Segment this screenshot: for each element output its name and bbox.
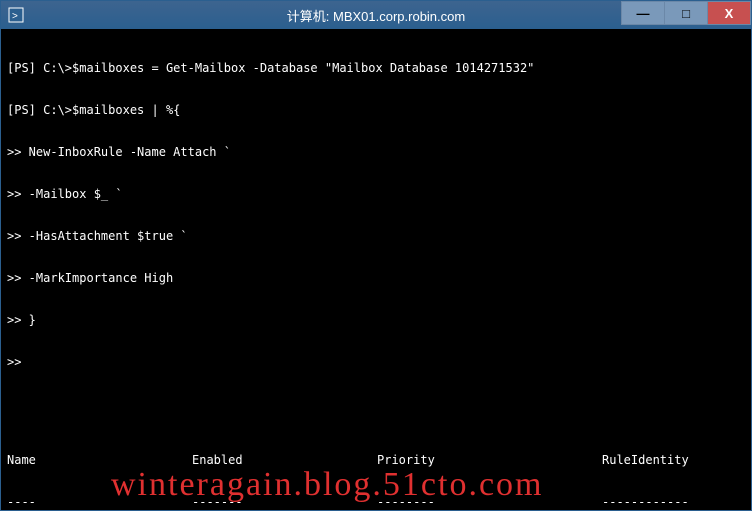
prompt-line: [PS] C:\>$mailboxes = Get-Mailbox -Datab…	[7, 61, 745, 75]
maximize-button[interactable]: □	[664, 1, 708, 25]
col-name: Name	[7, 453, 192, 467]
prompt-line: >>	[7, 355, 745, 369]
col-enabled: Enabled	[192, 453, 377, 467]
prompt-line: >> -Mailbox $_ `	[7, 187, 745, 201]
header-row: Name Enabled Priority RuleIdentity	[7, 453, 745, 467]
prompt-line: >> }	[7, 313, 745, 327]
prompt-line: [PS] C:\>$mailboxes | %{	[7, 103, 745, 117]
titlebar[interactable]: > 计算机: MBX01.corp.robin.com — □ X	[1, 1, 751, 29]
app-icon: >	[7, 6, 25, 24]
col-ruleid: RuleIdentity	[602, 453, 745, 467]
prompt-line: >> -MarkImportance High	[7, 271, 745, 285]
powershell-window: > 计算机: MBX01.corp.robin.com — □ X [PS] C…	[0, 0, 752, 511]
close-button[interactable]: X	[707, 1, 751, 25]
window-controls: — □ X	[622, 1, 751, 25]
header-dash-row: ---- ------- -------- ------------	[7, 495, 745, 509]
col-priority: Priority	[377, 453, 602, 467]
title-text: 计算机: MBX01.corp.robin.com	[287, 6, 465, 25]
svg-text:>: >	[12, 11, 18, 22]
prompt-line: >> New-InboxRule -Name Attach `	[7, 145, 745, 159]
minimize-button[interactable]: —	[621, 1, 665, 25]
prompt-line: >> -HasAttachment $true `	[7, 229, 745, 243]
terminal-area[interactable]: [PS] C:\>$mailboxes = Get-Mailbox -Datab…	[1, 29, 751, 511]
